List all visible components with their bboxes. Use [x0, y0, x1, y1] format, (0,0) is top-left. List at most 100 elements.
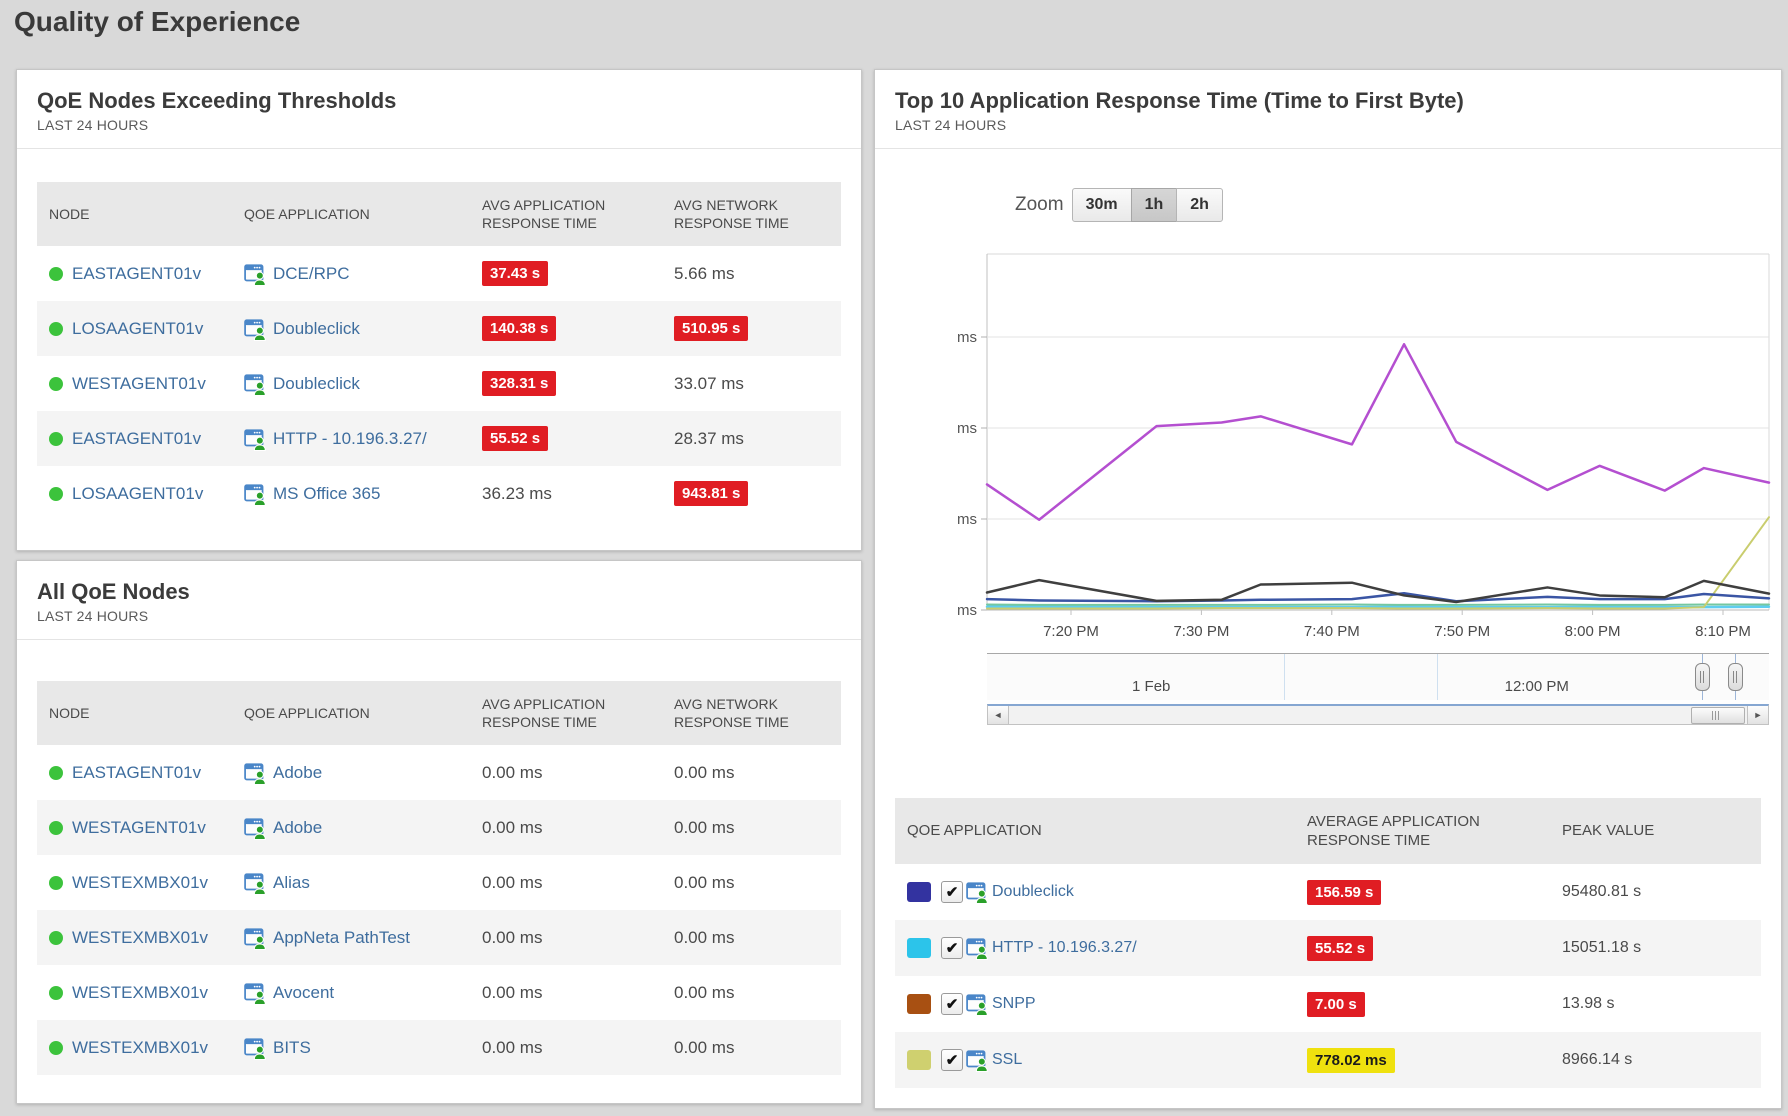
scroll-left-arrow-button[interactable]: ◄	[988, 706, 1009, 724]
avg-network-response-time-value: 0.00 ms	[674, 763, 734, 783]
navigator-tick	[1284, 654, 1285, 700]
scrollbar-thumb[interactable]	[1691, 707, 1745, 724]
svg-text:250.00 ms: 250.00 ms	[955, 511, 977, 528]
avg-network-response-time-value: 28.37 ms	[674, 429, 744, 449]
average-application-response-time-value: 55.52 s	[1307, 936, 1373, 961]
qoe-application-link[interactable]: DCE/RPC	[273, 264, 350, 284]
node-link[interactable]: WESTEXMBX01v	[72, 928, 208, 948]
table-header: NODE QOE APPLICATION AVG APPLICATION RES…	[37, 681, 841, 745]
avg-network-response-time-value: 0.00 ms	[674, 1038, 734, 1058]
legend-row: ✔ SSL 778.02 ms 8966.14 s	[895, 1032, 1761, 1088]
column-header-avg-network-response-time: AVG NETWORK RESPONSE TIME	[662, 695, 841, 731]
qoe-application-link[interactable]: Avocent	[273, 983, 334, 1003]
quality-of-experience-dashboard: Quality of Experience QoE Nodes Exceedin…	[0, 0, 1788, 1116]
chart-scrollbar[interactable]: ◄ ►	[987, 704, 1769, 725]
zoom-1h-button[interactable]: 1h	[1131, 188, 1178, 222]
legend-header: QOE APPLICATION AVERAGE APPLICATION RESP…	[895, 798, 1761, 864]
column-header-node: NODE	[37, 205, 232, 223]
table-row: WESTEXMBX01v AppNeta PathTest 0.00 ms 0.…	[37, 910, 841, 965]
avg-network-response-time-value: 0.00 ms	[674, 928, 734, 948]
avg-network-response-time-value: 33.07 ms	[674, 374, 744, 394]
chart-navigator[interactable]: 1 Feb 12:00 PM	[987, 653, 1769, 700]
panel-subtitle: LAST 24 HOURS	[37, 608, 841, 624]
node-link[interactable]: EASTAGENT01v	[72, 264, 201, 284]
qoe-application-link[interactable]: Doubleclick	[273, 319, 360, 339]
avg-network-response-time-value: 0.00 ms	[674, 983, 734, 1003]
navigator-right-handle[interactable]	[1728, 663, 1743, 691]
qoe-application-link[interactable]: SSL	[992, 1051, 1022, 1069]
navigator-left-handle[interactable]	[1695, 663, 1710, 691]
navigator-date-label: 1 Feb	[1132, 678, 1170, 695]
qoe-application-link[interactable]: Doubleclick	[992, 883, 1074, 901]
svg-text:7:20 PM: 7:20 PM	[1043, 623, 1099, 640]
qoe-application-link[interactable]: BITS	[273, 1038, 311, 1058]
zoom-30m-button[interactable]: 30m	[1072, 188, 1132, 222]
panel-all-qoe-nodes: All QoE Nodes LAST 24 HOURS NODE QOE APP…	[16, 560, 862, 1104]
scroll-right-arrow-button[interactable]: ►	[1747, 706, 1768, 724]
node-status-up-icon	[49, 487, 63, 501]
table-row: WESTAGENT01v Adobe 0.00 ms 0.00 ms	[37, 800, 841, 855]
legend-row: ✔ Doubleclick 156.59 s 95480.81 s	[895, 864, 1761, 920]
node-link[interactable]: WESTAGENT01v	[72, 374, 206, 394]
svg-text:750.00 ms: 750.00 ms	[955, 329, 977, 346]
qoe-application-icon	[966, 936, 990, 960]
node-link[interactable]: LOSAAGENT01v	[72, 484, 203, 504]
node-link[interactable]: WESTAGENT01v	[72, 818, 206, 838]
node-link[interactable]: EASTAGENT01v	[72, 429, 201, 449]
table-row: EASTAGENT01v DCE/RPC 37.43 s 5.66 ms	[37, 246, 841, 301]
qoe-application-link[interactable]: MS Office 365	[273, 484, 380, 504]
node-link[interactable]: WESTEXMBX01v	[72, 983, 208, 1003]
peak-value: 95480.81 s	[1562, 883, 1641, 901]
qoe-application-link[interactable]: AppNeta PathTest	[273, 928, 410, 948]
node-status-up-icon	[49, 322, 63, 336]
series-visibility-checkbox[interactable]: ✔	[941, 881, 963, 903]
qoe-application-icon	[244, 816, 268, 840]
column-header-avg-application-response-time: AVG APPLICATION RESPONSE TIME	[470, 196, 662, 232]
node-link[interactable]: LOSAAGENT01v	[72, 319, 203, 339]
column-header-qoe-application: QOE APPLICATION	[895, 821, 1295, 841]
response-time-chart[interactable]: 750.00 ms500.00 ms250.00 ms0.00 ms7:20 P…	[955, 248, 1783, 648]
qoe-application-icon	[244, 761, 268, 785]
legend-row: ✔ HTTP - 10.196.3.27/ 55.52 s 15051.18 s	[895, 920, 1761, 976]
navigator-tick	[1437, 654, 1438, 700]
series-visibility-checkbox[interactable]: ✔	[941, 1049, 963, 1071]
divider	[875, 148, 1781, 149]
node-status-up-icon	[49, 267, 63, 281]
avg-application-response-time-value: 0.00 ms	[482, 1038, 542, 1058]
qoe-application-icon	[244, 1036, 268, 1060]
table-row: WESTEXMBX01v BITS 0.00 ms 0.00 ms	[37, 1020, 841, 1075]
qoe-application-icon	[244, 871, 268, 895]
qoe-application-link[interactable]: Doubleclick	[273, 374, 360, 394]
qoe-application-link[interactable]: SNPP	[992, 995, 1036, 1013]
chart-zoom-control: Zoom 30m 1h 2h	[1015, 188, 1223, 222]
qoe-application-link[interactable]: Adobe	[273, 818, 322, 838]
page-title: Quality of Experience	[14, 6, 300, 38]
qoe-application-link[interactable]: HTTP - 10.196.3.27/	[992, 939, 1137, 957]
avg-application-response-time-value: 328.31 s	[482, 371, 556, 396]
qoe-application-icon	[966, 992, 990, 1016]
avg-application-response-time-value: 0.00 ms	[482, 928, 542, 948]
node-link[interactable]: EASTAGENT01v	[72, 763, 201, 783]
node-link[interactable]: WESTEXMBX01v	[72, 1038, 208, 1058]
qoe-application-link[interactable]: Alias	[273, 873, 310, 893]
panel-qoe-nodes-exceeding-thresholds: QoE Nodes Exceeding Thresholds LAST 24 H…	[16, 69, 862, 551]
avg-network-response-time-value: 510.95 s	[674, 316, 748, 341]
node-link[interactable]: WESTEXMBX01v	[72, 873, 208, 893]
average-application-response-time-value: 7.00 s	[1307, 992, 1365, 1017]
qoe-application-icon	[244, 981, 268, 1005]
node-status-up-icon	[49, 766, 63, 780]
zoom-2h-button[interactable]: 2h	[1176, 188, 1223, 222]
svg-text:0.00 ms: 0.00 ms	[955, 602, 977, 619]
qoe-application-link[interactable]: HTTP - 10.196.3.27/	[273, 429, 427, 449]
svg-text:7:30 PM: 7:30 PM	[1173, 623, 1229, 640]
qoe-application-link[interactable]: Adobe	[273, 763, 322, 783]
node-status-up-icon	[49, 986, 63, 1000]
column-header-average-application-response-time: AVERAGE APPLICATION RESPONSE TIME	[1295, 812, 1550, 851]
series-visibility-checkbox[interactable]: ✔	[941, 993, 963, 1015]
all-nodes-table: NODE QOE APPLICATION AVG APPLICATION RES…	[37, 681, 841, 1075]
series-color-swatch	[907, 1050, 931, 1070]
node-status-up-icon	[49, 821, 63, 835]
series-color-swatch	[907, 882, 931, 902]
series-visibility-checkbox[interactable]: ✔	[941, 937, 963, 959]
peak-value: 13.98 s	[1562, 995, 1614, 1013]
